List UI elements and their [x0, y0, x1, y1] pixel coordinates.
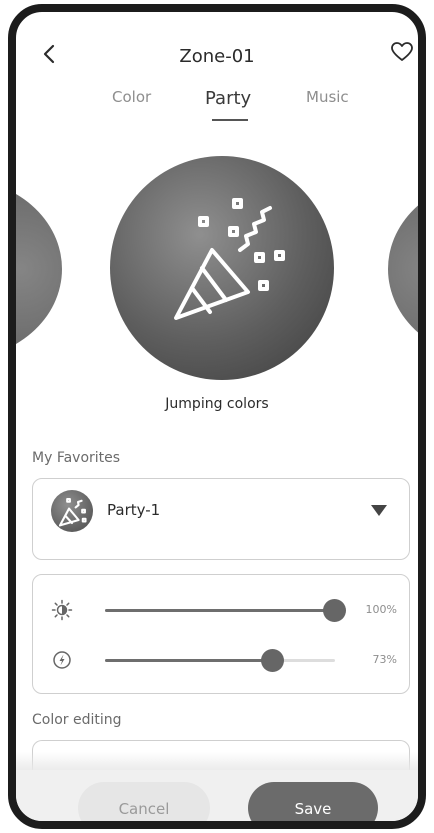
favorites-dropdown[interactable]: Party-1 — [32, 478, 410, 560]
brightness-slider-fill — [105, 609, 335, 612]
speed-slider[interactable] — [105, 649, 335, 672]
effect-caption: Jumping colors — [165, 396, 269, 412]
tab-party[interactable]: Party — [205, 88, 251, 109]
save-button[interactable]: Save — [248, 782, 378, 821]
active-tab-indicator — [212, 119, 248, 121]
brightness-slider-thumb[interactable] — [323, 599, 346, 622]
brightness-icon — [51, 599, 73, 621]
speed-value: 73% — [372, 653, 397, 666]
footer-divider — [16, 752, 418, 772]
favorites-label: My Favorites — [32, 450, 121, 466]
tab-color[interactable]: Color — [112, 88, 151, 106]
speed-slider-thumb[interactable] — [260, 649, 284, 672]
heart-icon[interactable] — [390, 40, 414, 64]
cancel-button[interactable]: Cancel — [78, 782, 210, 821]
next-effect-card[interactable] — [388, 179, 418, 359]
party-popper-icon — [174, 198, 285, 320]
favorite-thumbnail — [51, 490, 93, 532]
brightness-value: 100% — [365, 603, 397, 616]
favorite-name: Party-1 — [107, 501, 161, 519]
brightness-slider[interactable] — [105, 599, 346, 622]
phone-screen: Zone-01 Color Party Music Jumping colors… — [8, 4, 426, 829]
previous-effect-card[interactable] — [16, 179, 62, 359]
dropdown-arrow-icon[interactable] — [371, 505, 387, 516]
color-editing-label: Color editing — [32, 712, 122, 728]
speed-icon — [53, 651, 71, 669]
page-title: Zone-01 — [179, 46, 255, 67]
party-popper-icon — [58, 497, 87, 527]
sliders-card: 100% 73% — [32, 574, 410, 694]
tab-music[interactable]: Music — [306, 88, 349, 106]
speed-slider-fill — [105, 659, 273, 662]
